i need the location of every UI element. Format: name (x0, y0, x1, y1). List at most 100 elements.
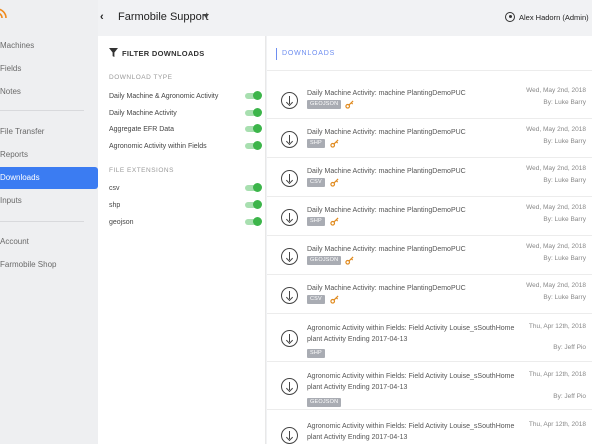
downloads-list: DOWNLOADS Daily Machine Activity: machin… (267, 36, 592, 444)
download-circle-icon[interactable] (281, 248, 298, 265)
download-circle-icon[interactable] (281, 209, 298, 226)
downloads-title: DOWNLOADS (276, 48, 335, 60)
download-circle-icon[interactable] (281, 287, 298, 304)
download-date: Wed, May 2nd, 2018 (526, 87, 586, 94)
download-row: Daily Machine Activity: machine Planting… (267, 119, 592, 158)
filter-row: csv (109, 182, 262, 196)
download-date: Wed, May 2nd, 2018 (526, 165, 586, 172)
download-circle-icon[interactable] (281, 170, 298, 187)
download-row: Daily Machine Activity: machine Planting… (267, 236, 592, 275)
filter-label: Daily Machine Activity (109, 110, 177, 117)
download-title: Daily Machine Activity: machine Planting… (307, 285, 466, 292)
download-row: Agronomic Activity within Fields: Field … (267, 362, 592, 410)
key-icon (345, 256, 354, 265)
key-icon (330, 178, 339, 187)
download-title: Daily Machine Activity: machine Planting… (307, 129, 466, 136)
download-date: Thu, Apr 12th, 2018 (528, 323, 586, 330)
download-title: Daily Machine Activity: machine Planting… (307, 207, 466, 214)
download-circle-icon[interactable] (281, 92, 298, 109)
file-type-badge: CSV (307, 295, 325, 304)
filter-row: Daily Machine & Agronomic Activity (109, 90, 262, 104)
file-type-badge: GEOJSON (307, 256, 342, 265)
download-row: Agronomic Activity within Fields: Field … (267, 410, 592, 444)
download-title: Daily Machine Activity: machine Planting… (307, 246, 466, 253)
download-author: By: Luke Barry (543, 216, 586, 223)
download-title: Agronomic Activity within Fields: Field … (307, 423, 515, 441)
download-title: Daily Machine Activity: machine Planting… (307, 168, 466, 175)
filter-row: Daily Machine Activity (109, 107, 262, 121)
filter-label: Aggregate EFR Data (109, 126, 174, 133)
user-name[interactable]: Alex Hadorn (Admin) (519, 13, 589, 22)
toggle-switch[interactable] (245, 108, 262, 117)
toggle-switch[interactable] (245, 183, 262, 192)
download-row: Daily Machine Activity: machine Planting… (267, 197, 592, 236)
filter-label: shp (109, 202, 121, 209)
file-type-badge: CSV (307, 178, 325, 187)
download-circle-icon[interactable] (281, 427, 298, 444)
chevron-left-icon[interactable]: ‹ (100, 11, 104, 23)
nav-divider (0, 110, 84, 111)
nav-divider (0, 221, 84, 222)
nav-item-notes[interactable]: Notes (0, 81, 98, 103)
download-date: Thu, Apr 12th, 2018 (528, 421, 586, 428)
download-author: By: Jeff Pio (553, 393, 586, 400)
key-icon (330, 217, 339, 226)
nav-item-farmobile-shop[interactable]: Farmobile Shop (0, 254, 98, 276)
file-type-badge: SHP (307, 139, 325, 148)
download-date: Wed, May 2nd, 2018 (526, 126, 586, 133)
key-icon (330, 295, 339, 304)
download-row: Agronomic Activity within Fields: Field … (267, 314, 592, 362)
filter-label: Daily Machine & Agronomic Activity (109, 93, 219, 100)
download-author: By: Luke Barry (543, 294, 586, 301)
filter-row: Agronomic Activity within Fields (109, 140, 262, 154)
download-row: Daily Machine Activity: machine Planting… (267, 275, 592, 314)
filter-label: Agronomic Activity within Fields (109, 143, 207, 150)
list-divider (267, 70, 592, 71)
left-nav: Machines Fields Notes File Transfer Repo… (0, 0, 98, 444)
nav-item-inputs[interactable]: Inputs (0, 190, 98, 212)
download-circle-icon[interactable] (281, 131, 298, 148)
nav-item-reports[interactable]: Reports (0, 144, 98, 166)
toggle-switch[interactable] (245, 200, 262, 209)
filter-panel: FILTER DOWNLOADS DOWNLOAD TYPE Daily Mac… (98, 36, 266, 444)
download-date: Thu, Apr 12th, 2018 (528, 371, 586, 378)
file-type-badge: SHP (307, 217, 325, 226)
nav-item-file-transfer[interactable]: File Transfer (0, 121, 98, 143)
file-extensions-label: FILE EXTENSIONS (109, 167, 174, 174)
org-selector[interactable]: Farmobile Support (118, 11, 209, 23)
toggle-switch[interactable] (245, 91, 262, 100)
toggle-switch[interactable] (245, 217, 262, 226)
download-title: Daily Machine Activity: machine Planting… (307, 90, 466, 97)
wifi-signal-icon (0, 8, 7, 19)
filter-icon (109, 48, 118, 57)
download-author: By: Luke Barry (543, 255, 586, 262)
toggle-switch[interactable] (245, 141, 262, 150)
filter-label: csv (109, 185, 120, 192)
download-date: Wed, May 2nd, 2018 (526, 282, 586, 289)
file-type-badge: GEOJSON (307, 398, 342, 407)
nav-item-downloads[interactable]: Downloads (0, 167, 98, 189)
download-date: Wed, May 2nd, 2018 (526, 243, 586, 250)
filter-row: geojson (109, 216, 262, 230)
download-author: By: Jeff Pio (553, 344, 586, 351)
file-type-badge: GEOJSON (307, 100, 342, 109)
filter-row: Aggregate EFR Data (109, 123, 262, 137)
download-row: Daily Machine Activity: machine Planting… (267, 80, 592, 119)
download-circle-icon[interactable] (281, 378, 298, 395)
key-icon (330, 139, 339, 148)
download-row: Daily Machine Activity: machine Planting… (267, 158, 592, 197)
nav-item-fields[interactable]: Fields (0, 58, 98, 80)
download-title: Agronomic Activity within Fields: Field … (307, 325, 515, 343)
filter-label: geojson (109, 219, 134, 226)
user-circle-icon[interactable] (505, 12, 515, 22)
download-author: By: Luke Barry (543, 177, 586, 184)
toggle-switch[interactable] (245, 124, 262, 133)
download-circle-icon[interactable] (281, 330, 298, 347)
caret-down-icon[interactable] (203, 14, 209, 18)
download-title: Agronomic Activity within Fields: Field … (307, 373, 515, 391)
nav-item-account[interactable]: Account (0, 231, 98, 253)
nav-item-machines[interactable]: Machines (0, 35, 98, 57)
download-type-label: DOWNLOAD TYPE (109, 74, 173, 81)
download-author: By: Luke Barry (543, 99, 586, 106)
filter-row: shp (109, 199, 262, 213)
